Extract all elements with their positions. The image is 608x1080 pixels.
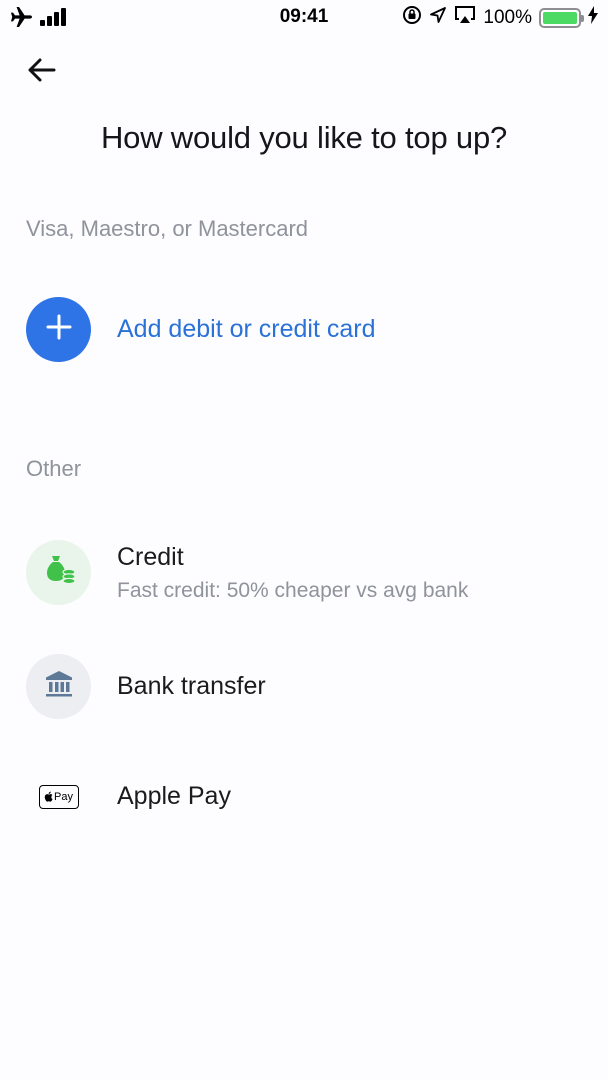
apple-pay-title: Apple Pay	[117, 782, 231, 810]
section-label-other: Other	[26, 456, 82, 481]
option-apple-pay[interactable]: Pay Apple Pay	[26, 764, 586, 829]
battery-percent: 100%	[483, 7, 532, 28]
orientation-lock-icon	[402, 5, 422, 31]
apple-pay-text: Apple Pay	[117, 782, 231, 811]
add-card-label: Add debit or credit card	[117, 315, 376, 343]
bank-transfer-title: Bank transfer	[117, 672, 266, 700]
money-bag-coins-icon	[41, 552, 77, 593]
apple-pay-mark-text: Pay	[54, 790, 73, 803]
credit-title: Credit	[117, 542, 184, 571]
add-card-button[interactable]: Add debit or credit card	[26, 297, 586, 362]
add-card-text: Add debit or credit card	[117, 315, 375, 344]
back-button[interactable]	[24, 52, 60, 88]
apple-pay-icon: Pay	[38, 784, 79, 809]
bank-icon	[43, 668, 75, 705]
status-bar-right: 100%	[402, 5, 598, 31]
status-bar: 09:41 100%	[0, 0, 608, 34]
section-label-cards: Visa, Maestro, or Mastercard	[26, 216, 309, 241]
option-bank-transfer[interactable]: Bank transfer	[26, 654, 586, 719]
airplay-icon	[454, 5, 476, 31]
option-credit[interactable]: Credit Fast credit: 50% cheaper vs avg b…	[26, 540, 586, 605]
add-card-icon-circle	[26, 297, 91, 362]
location-icon	[429, 6, 447, 30]
plus-icon	[45, 313, 73, 346]
charging-icon	[588, 6, 598, 30]
page-title: How would you like to top up?	[100, 120, 508, 155]
apple-pay-icon-circle: Pay	[26, 764, 91, 829]
credit-text: Credit Fast credit: 50% cheaper vs avg b…	[117, 543, 468, 603]
bank-transfer-text: Bank transfer	[117, 672, 266, 701]
arrow-left-icon	[24, 58, 60, 92]
credit-subtitle: Fast credit: 50% cheaper vs avg bank	[117, 578, 469, 602]
battery-icon	[539, 8, 584, 28]
credit-icon-circle	[26, 540, 91, 605]
battery-level	[543, 12, 577, 24]
bank-icon-circle	[26, 654, 91, 719]
